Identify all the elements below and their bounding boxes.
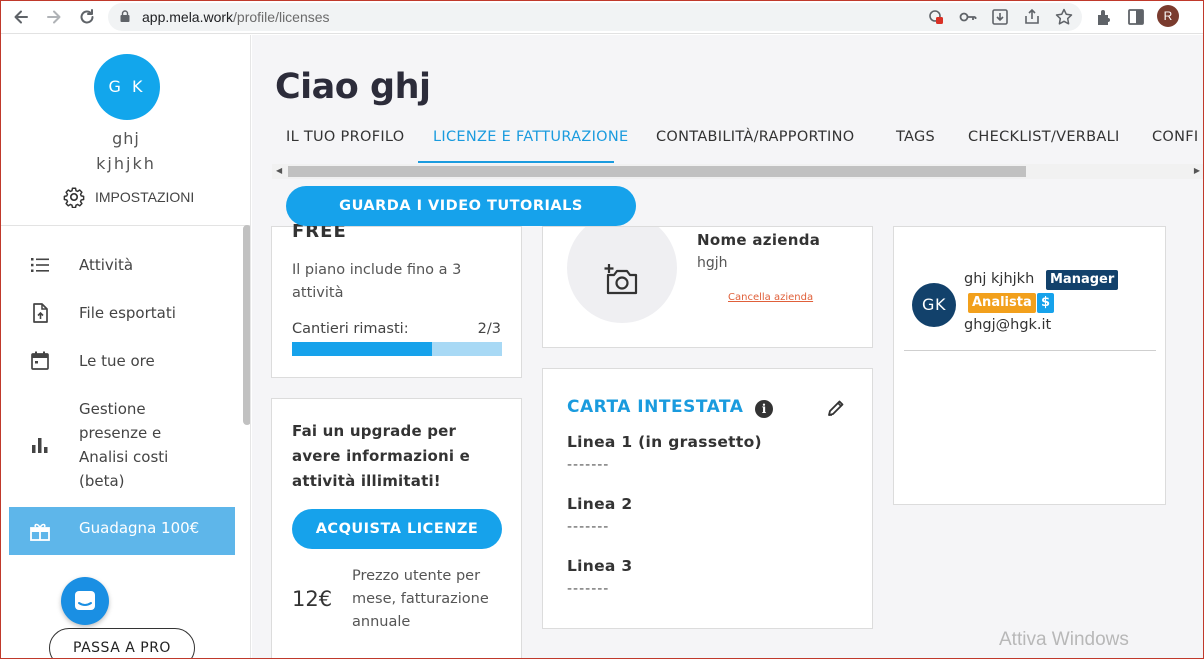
sidebar-item-label: Le tue ore xyxy=(79,352,155,370)
sidebar: G K ghj kjhjkh IMPOSTAZIONI Attività Fil… xyxy=(1,35,251,659)
users-card: GK ghj kjhjkh Manager Analista $ ghgj@hg… xyxy=(893,226,1166,505)
sidebar-item-label: File esportati xyxy=(79,304,176,322)
plan-description: Il piano include fino a 3 attività xyxy=(292,262,462,301)
side-panel-icon[interactable] xyxy=(1126,7,1146,27)
tab-licenze-e-fatturazione[interactable]: LICENZE E FATTURAZIONE xyxy=(433,129,628,145)
scrollbar-thumb[interactable] xyxy=(288,166,1026,177)
sidebar-item-attivita[interactable]: Attività xyxy=(1,253,241,277)
bar-chart-icon xyxy=(32,438,48,453)
buy-licenses-button[interactable]: ACQUISTA LICENZE xyxy=(292,509,502,549)
page-title: Ciao ghj xyxy=(275,67,431,107)
calendar-icon xyxy=(31,351,49,370)
forward-arrow-icon[interactable] xyxy=(43,6,65,28)
manager-badge: Manager xyxy=(1046,270,1119,290)
tab-contabilita-rapportino[interactable]: CONTABILITÀ/RAPPORTINO xyxy=(656,129,854,145)
chat-icon xyxy=(75,591,95,610)
upgrade-message: Fai un upgrade per avere informazioni e … xyxy=(292,422,471,490)
video-tutorials-button[interactable]: GUARDA I VIDEO TUTORIALS xyxy=(286,186,636,226)
tab-il-tuo-profilo[interactable]: IL TUO PROFILO xyxy=(286,129,404,145)
letterhead-line-1-label: Linea 1 (in grassetto) xyxy=(567,433,762,451)
letterhead-title: CARTA INTESTATA xyxy=(567,397,744,417)
share-icon[interactable] xyxy=(1022,7,1042,27)
url-text: app.mela.work/profile/licenses xyxy=(142,9,330,25)
sidebar-item-label-line: presenze e xyxy=(79,424,162,442)
install-app-icon[interactable] xyxy=(990,7,1010,27)
divider xyxy=(1,225,250,226)
plan-card: FREE Il piano include fino a 3 attività … xyxy=(271,221,522,378)
avatar[interactable]: G K xyxy=(94,54,160,120)
sidebar-item-file-esportati[interactable]: File esportati xyxy=(1,301,241,325)
chat-button[interactable] xyxy=(61,577,109,625)
company-logo-upload[interactable] xyxy=(567,227,677,323)
add-photo-icon xyxy=(604,264,638,295)
analista-badge: Analista xyxy=(968,293,1036,313)
sidebar-item-guadagna[interactable]: Guadagna 100€ xyxy=(9,507,235,555)
gear-icon xyxy=(63,187,85,208)
url-host: app.mela.work xyxy=(142,9,234,25)
key-icon[interactable] xyxy=(958,7,978,27)
sites-progress-fill xyxy=(292,342,433,356)
company-card: Nome azienda hgjh Cancella azienda xyxy=(542,226,873,348)
user-last-name: kjhjkh xyxy=(96,154,156,173)
blocked-content-icon[interactable] xyxy=(926,7,946,27)
sidebar-item-le-tue-ore[interactable]: Le tue ore xyxy=(1,349,241,373)
company-name-value: hgjh xyxy=(697,255,728,271)
company-name-label: Nome azienda xyxy=(697,231,821,249)
letterhead-line-3-value: ------- xyxy=(567,581,610,597)
user-avatar: GK xyxy=(912,283,956,327)
upgrade-card: Fai un upgrade per avere informazioni e … xyxy=(271,398,522,659)
list-icon xyxy=(31,258,49,272)
user-first-name: ghj xyxy=(112,129,140,148)
letterhead-card: CARTA INTESTATA i Linea 1 (in grassetto)… xyxy=(542,368,873,629)
letterhead-line-3-label: Linea 3 xyxy=(567,557,633,575)
settings-label: IMPOSTAZIONI xyxy=(95,189,195,205)
letterhead-line-2-value: ------- xyxy=(567,519,610,535)
divider xyxy=(904,350,1156,351)
sidebar-item-label-line: Analisi costi xyxy=(79,448,169,466)
sidebar-item-label: Attività xyxy=(79,256,134,274)
tab-bar: IL TUO PROFILO LICENZE E FATTURAZIONE CO… xyxy=(252,123,1204,163)
sidebar-item-label-line: Gestione xyxy=(79,400,146,418)
lock-icon xyxy=(120,10,130,22)
passa-a-pro-button[interactable]: PASSA A PRO xyxy=(49,628,195,659)
price-description: Prezzo utente per mese, fatturazione ann… xyxy=(352,568,489,630)
sites-progress-bar xyxy=(292,342,502,356)
sidebar-item-label: Guadagna 100€ xyxy=(79,519,200,537)
active-tab-indicator xyxy=(418,161,614,163)
letterhead-line-2-label: Linea 2 xyxy=(567,495,633,513)
tabs-horizontal-scrollbar[interactable]: ◀ ▶ xyxy=(272,164,1204,179)
sites-remaining-label: Cantieri rimasti: xyxy=(292,321,409,337)
info-icon[interactable]: i xyxy=(755,400,773,418)
sidebar-item-gestione-presenze[interactable]: Gestione presenze e Analisi costi (beta) xyxy=(1,397,241,493)
tab-checklist-verbali[interactable]: CHECKLIST/VERBALI xyxy=(968,129,1120,145)
letterhead-line-1-value: ------- xyxy=(567,457,610,473)
url-path: /profile/licenses xyxy=(233,9,330,25)
scroll-left-arrow-icon[interactable]: ◀ xyxy=(276,166,282,175)
gift-icon xyxy=(30,523,50,541)
user-full-name: ghj kjhjkh xyxy=(964,271,1035,287)
settings-link[interactable]: IMPOSTAZIONI xyxy=(63,185,194,209)
bookmark-star-icon[interactable] xyxy=(1054,7,1074,27)
sidebar-item-label-line: (beta) xyxy=(79,472,125,490)
browser-profile-avatar[interactable]: R xyxy=(1157,5,1179,27)
user-email: ghgj@hgk.it xyxy=(964,317,1052,333)
main-content: Ciao ghj IL TUO PROFILO LICENZE E FATTUR… xyxy=(252,35,1204,659)
sites-remaining-value: 2/3 xyxy=(477,321,501,337)
back-arrow-icon[interactable] xyxy=(10,6,32,28)
delete-company-link[interactable]: Cancella azienda xyxy=(728,292,813,303)
extensions-icon[interactable] xyxy=(1094,7,1114,27)
tab-tags[interactable]: TAGS xyxy=(896,129,935,145)
edit-pencil-icon[interactable] xyxy=(825,397,847,419)
browser-toolbar: app.mela.work/profile/licenses R xyxy=(0,0,1204,34)
file-upload-icon xyxy=(33,303,48,323)
price-value: 12€ xyxy=(292,587,333,611)
currency-badge: $ xyxy=(1037,293,1055,313)
reload-icon[interactable] xyxy=(76,6,98,28)
address-bar[interactable]: app.mela.work/profile/licenses xyxy=(108,3,1082,31)
tab-configurazione[interactable]: CONFI xyxy=(1152,129,1199,145)
scroll-right-arrow-icon[interactable]: ▶ xyxy=(1194,166,1200,175)
sidebar-scrollbar[interactable] xyxy=(243,225,250,425)
windows-activation-watermark: Attiva Windows xyxy=(999,629,1129,650)
